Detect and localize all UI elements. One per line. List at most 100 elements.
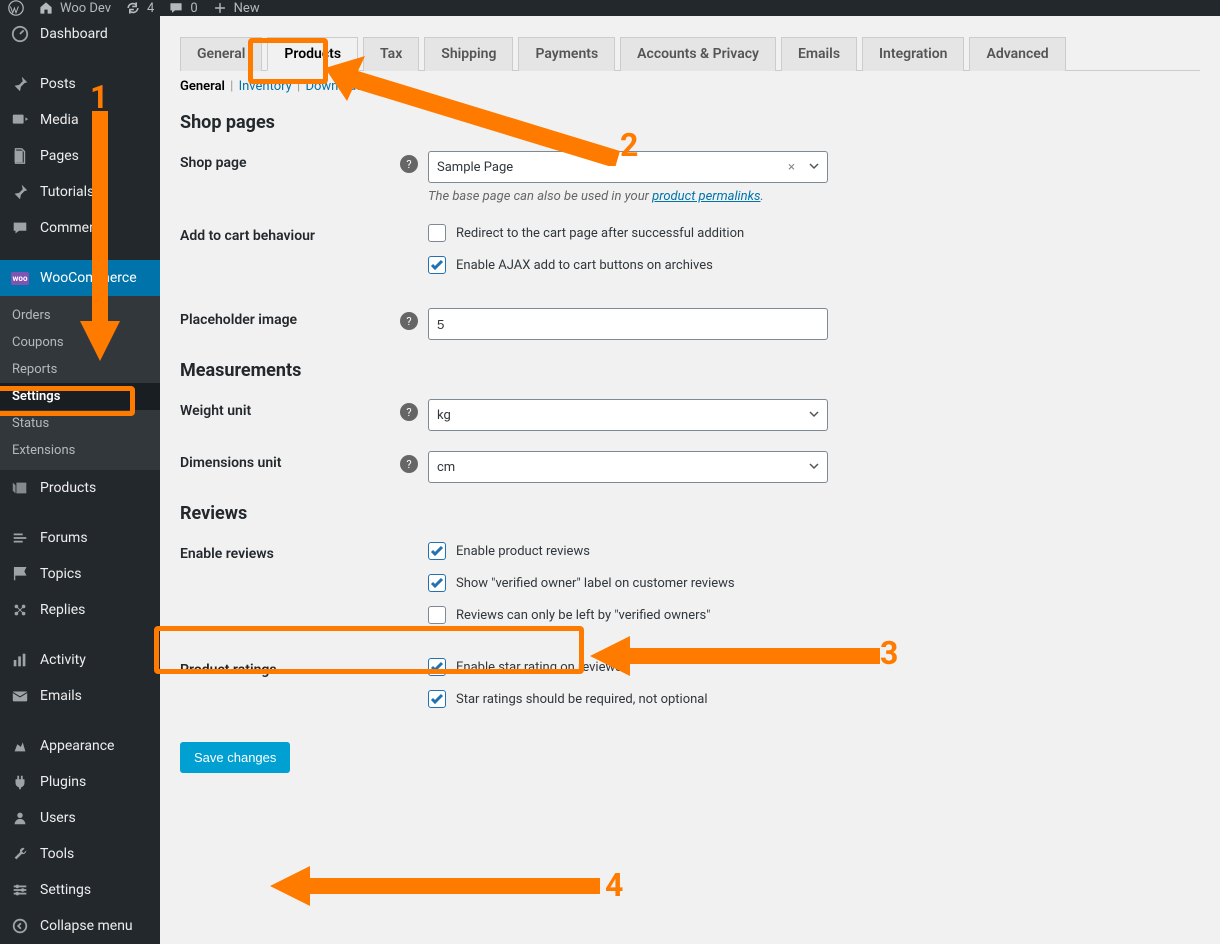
checkbox-star-rating[interactable] <box>428 658 446 676</box>
chevron-down-icon <box>809 408 819 423</box>
tools-icon <box>10 844 30 864</box>
tab-payments[interactable]: Payments <box>518 37 615 71</box>
checkbox-ratings-required[interactable] <box>428 690 446 708</box>
sidebar-label: Tutorials <box>40 184 94 200</box>
tab-general[interactable]: General <box>180 37 262 71</box>
submenu-item-coupons[interactable]: Coupons <box>0 329 160 356</box>
sidebar-item-activity[interactable]: Activity <box>0 642 160 678</box>
sidebar-item-users[interactable]: Users <box>0 800 160 836</box>
comment-icon <box>168 0 184 16</box>
tab-tax[interactable]: Tax <box>363 37 419 71</box>
comment-icon <box>10 218 30 238</box>
replies-icon <box>10 600 30 620</box>
sidebar-item-comments[interactable]: Comments <box>0 210 160 246</box>
comments-count: 0 <box>190 1 197 16</box>
select-value: kg <box>437 408 451 423</box>
help-icon[interactable]: ? <box>400 455 418 473</box>
subtab-inventory[interactable]: Inventory <box>239 79 292 94</box>
sidebar-label: Topics <box>40 566 81 582</box>
sidebar-item-appearance[interactable]: Appearance <box>0 728 160 764</box>
site-name[interactable]: Woo Dev <box>38 0 111 16</box>
sidebar-item-pages[interactable]: Pages <box>0 138 160 174</box>
label-placeholder-image: Placeholder image <box>180 308 400 328</box>
updates[interactable]: 4 <box>125 0 154 16</box>
checkbox-label: Enable AJAX add to cart buttons on archi… <box>456 258 713 273</box>
help-icon[interactable]: ? <box>400 312 418 330</box>
checkbox-ajax-cart[interactable] <box>428 256 446 274</box>
wordpress-icon <box>8 0 24 16</box>
tab-advanced[interactable]: Advanced <box>969 37 1065 71</box>
submenu-item-reports[interactable]: Reports <box>0 356 160 383</box>
label-shop-page: Shop page <box>180 151 400 171</box>
subtab-general[interactable]: General <box>180 79 225 94</box>
sidebar-item-replies[interactable]: Replies <box>0 592 160 628</box>
submenu-item-status[interactable]: Status <box>0 410 160 437</box>
sidebar-item-topics[interactable]: Topics <box>0 556 160 592</box>
submenu-item-orders[interactable]: Orders <box>0 302 160 329</box>
placeholder-image-input[interactable] <box>428 308 828 340</box>
sidebar-item-products[interactable]: Products <box>0 470 160 506</box>
tab-integration[interactable]: Integration <box>862 37 964 71</box>
sidebar-label: Dashboard <box>40 26 108 42</box>
sidebar-label: Activity <box>40 652 86 668</box>
tab-products[interactable]: Products <box>267 37 358 71</box>
checkbox-label: Enable star rating on reviews <box>456 660 622 675</box>
wp-logo[interactable] <box>8 0 24 16</box>
subtab-downloadable[interactable]: Downloadable <box>305 79 387 94</box>
topics-icon <box>10 564 30 584</box>
weight-unit-select[interactable]: kg <box>428 399 828 431</box>
pin-icon <box>10 74 30 94</box>
sidebar-item-tutorials[interactable]: Tutorials <box>0 174 160 210</box>
admin-sidebar: Dashboard Posts Media Pages Tutorials Co… <box>0 16 160 944</box>
plus-icon <box>212 0 228 16</box>
label-product-ratings: Product ratings <box>180 658 400 678</box>
dimensions-unit-select[interactable]: cm <box>428 451 828 483</box>
checkbox-label: Reviews can only be left by "verified ow… <box>456 608 710 623</box>
submenu-item-settings[interactable]: Settings <box>0 383 160 410</box>
sidebar-item-tools[interactable]: Tools <box>0 836 160 872</box>
checkbox-verified-label[interactable] <box>428 574 446 592</box>
sidebar-item-woocommerce[interactable]: woo WooCommerce <box>0 260 160 296</box>
forums-icon <box>10 528 30 548</box>
sidebar-item-settings[interactable]: Settings <box>0 872 160 908</box>
sidebar-label: Posts <box>40 76 76 92</box>
sidebar-item-media[interactable]: Media <box>0 102 160 138</box>
help-icon[interactable]: ? <box>400 155 418 173</box>
sidebar-item-emails[interactable]: Emails <box>0 678 160 714</box>
plugins-icon <box>10 772 30 792</box>
sidebar-label: Replies <box>40 602 85 618</box>
sidebar-label: Comments <box>40 220 109 236</box>
chevron-down-icon <box>809 160 819 175</box>
checkbox-redirect-cart[interactable] <box>428 224 446 242</box>
help-icon[interactable]: ? <box>400 403 418 421</box>
users-icon <box>10 808 30 828</box>
sidebar-item-dashboard[interactable]: Dashboard <box>0 16 160 52</box>
tab-emails[interactable]: Emails <box>781 37 857 71</box>
appearance-icon <box>10 736 30 756</box>
clear-icon[interactable]: × <box>788 160 795 175</box>
sidebar-item-forums[interactable]: Forums <box>0 520 160 556</box>
annotation-number-4: 4 <box>605 866 623 904</box>
sidebar-label: Plugins <box>40 774 86 790</box>
sidebar-item-posts[interactable]: Posts <box>0 66 160 102</box>
product-permalinks-link[interactable]: product permalinks <box>652 189 760 204</box>
checkbox-only-verified[interactable] <box>428 606 446 624</box>
updates-count: 4 <box>147 1 154 16</box>
tab-accounts-privacy[interactable]: Accounts & Privacy <box>620 37 776 71</box>
sidebar-item-collapse[interactable]: Collapse menu <box>0 908 160 944</box>
sidebar-label: Appearance <box>40 738 114 754</box>
submenu-item-extensions[interactable]: Extensions <box>0 437 160 464</box>
admin-bar: Woo Dev 4 0 New <box>0 0 1220 16</box>
new-content[interactable]: New <box>212 0 260 16</box>
annotation-arrow-2 <box>325 56 625 166</box>
settings-tabs: General Products Tax Shipping Payments A… <box>180 36 1200 71</box>
sidebar-label: Settings <box>40 882 91 898</box>
new-label: New <box>234 1 260 16</box>
checkbox-enable-reviews[interactable] <box>428 542 446 560</box>
tab-shipping[interactable]: Shipping <box>424 37 513 71</box>
sidebar-item-plugins[interactable]: Plugins <box>0 764 160 800</box>
shop-page-value: Sample Page <box>437 160 513 175</box>
save-changes-button[interactable]: Save changes <box>180 742 290 773</box>
shop-page-select[interactable]: Sample Page × <box>428 151 828 183</box>
comments[interactable]: 0 <box>168 0 197 16</box>
